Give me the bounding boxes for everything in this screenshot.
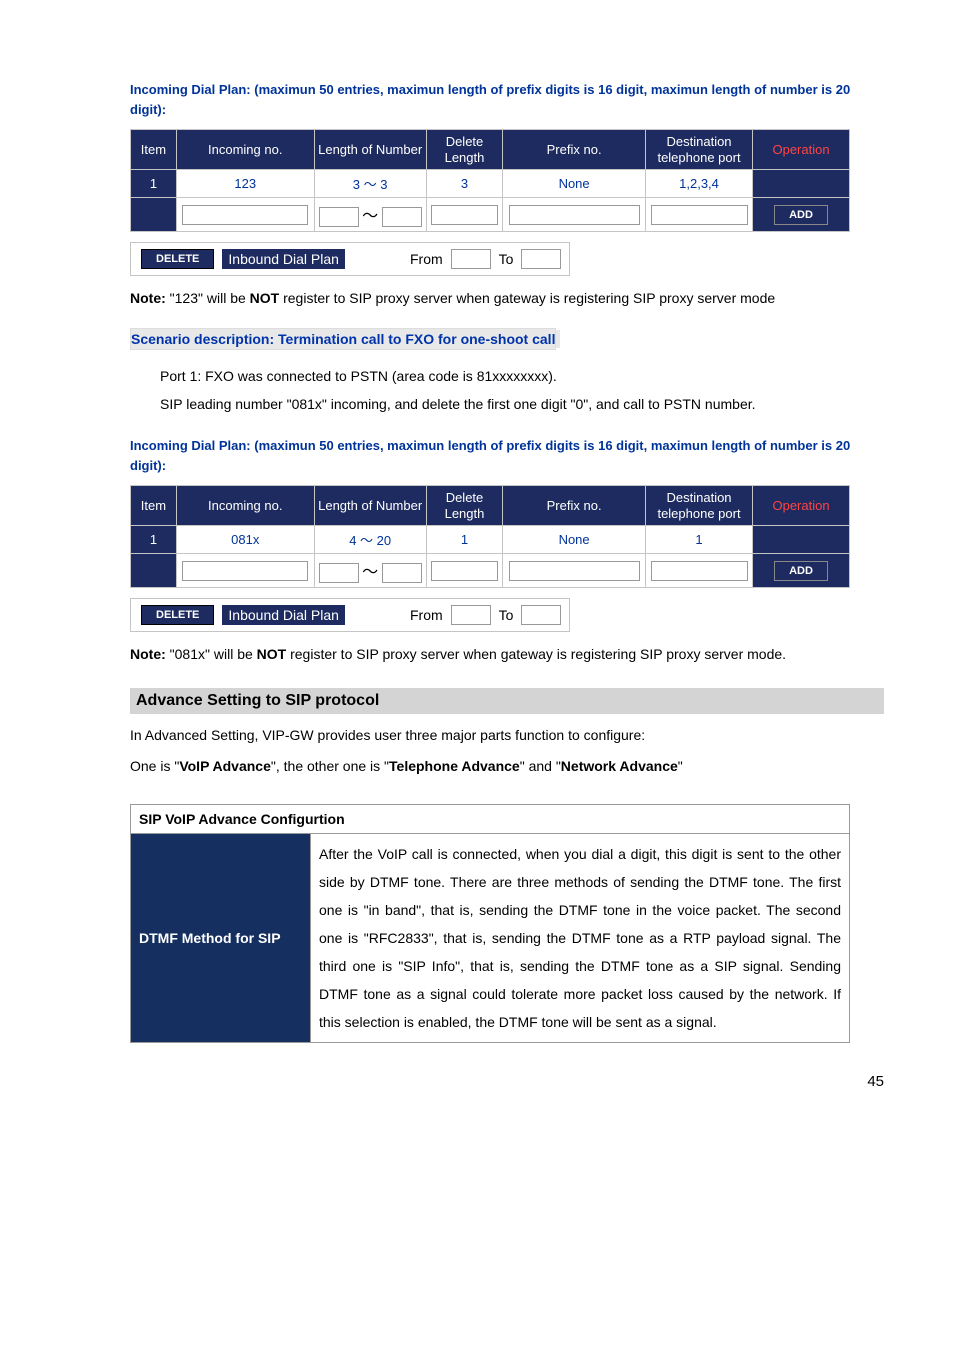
cell-prefix-input [503,554,646,588]
from-label: From [410,251,443,267]
cell-prefix: None [503,526,646,554]
cell-delete-input [426,198,502,232]
cell-length: 3 ～ 3 [314,170,426,198]
cell-item-input [131,554,177,588]
add-button[interactable]: ADD [774,205,828,225]
scenario-line-1: Port 1: FXO was connected to PSTN (area … [160,362,884,390]
cell-dest-input [645,554,752,588]
cell-prefix-input [503,198,646,232]
cell-length-input: ～ [314,554,426,588]
length-from-input[interactable] [319,207,359,227]
to-label: To [499,607,514,623]
input-row: ～ ADD [131,554,850,588]
dialplan-title-1: Incoming Dial Plan: (maximun 50 entries,… [130,80,884,119]
table-row: 1 081x 4 ～ 20 1 None 1 [131,526,850,554]
to-input[interactable] [521,605,561,625]
cell-item-input [131,198,177,232]
dialplan-title-2: Incoming Dial Plan: (maximun 50 entries,… [130,436,884,475]
from-input[interactable] [451,605,491,625]
note-2: Note: "081x" will be NOT register to SIP… [130,640,884,668]
cell-incoming: 123 [176,170,314,198]
cell-prefix: None [503,170,646,198]
cell-dest: 1,2,3,4 [645,170,752,198]
col-dest: Destination telephone port [645,130,752,170]
config-row-text: After the VoIP call is connected, when y… [311,833,850,1042]
cell-op [753,170,850,198]
dest-input[interactable] [651,205,748,225]
delete-button[interactable]: DELETE [141,605,214,625]
col-delete: Delete Length [426,486,502,526]
note-1: Note: "123" will be NOT register to SIP … [130,284,884,312]
input-row: ～ ADD [131,198,850,232]
cell-add: ADD [753,198,850,232]
inbound-label: Inbound Dial Plan [222,249,345,269]
cell-dest: 1 [645,526,752,554]
prefix-input[interactable] [509,205,640,225]
advance-para-2: One is "VoIP Advance", the other one is … [130,753,884,780]
scenario-lines: Port 1: FXO was connected to PSTN (area … [160,362,884,418]
delete-input[interactable] [431,205,499,225]
length-to-input[interactable] [382,563,422,583]
col-operation: Operation [753,486,850,526]
cell-dest-input [645,198,752,232]
cell-delete: 3 [426,170,502,198]
tilde-label: ～ [362,564,378,581]
config-table: SIP VoIP Advance Configurtion DTMF Metho… [130,804,850,1043]
col-incoming: Incoming no. [176,486,314,526]
col-delete: Delete Length [426,130,502,170]
config-header: SIP VoIP Advance Configurtion [131,804,850,833]
to-input[interactable] [521,249,561,269]
cell-incoming-input [176,198,314,232]
dialplan-table-2: Item Incoming no. Length of Number Delet… [130,485,850,588]
delete-button[interactable]: DELETE [141,249,214,269]
prefix-input[interactable] [509,561,640,581]
cell-length: 4 ～ 20 [314,526,426,554]
config-row-label: DTMF Method for SIP [131,833,311,1042]
table-row: 1 123 3 ～ 3 3 None 1,2,3,4 [131,170,850,198]
length-from-input[interactable] [319,563,359,583]
dialplan-footer-1: DELETE Inbound Dial Plan From To [130,242,850,276]
col-prefix: Prefix no. [503,130,646,170]
cell-op [753,526,850,554]
scenario-heading: Scenario description: Termination call t… [130,330,560,348]
add-button[interactable]: ADD [774,561,828,581]
page-number: 45 [130,1073,884,1090]
advance-heading: Advance Setting to SIP protocol [130,688,884,714]
dest-input[interactable] [651,561,748,581]
cell-add: ADD [753,554,850,588]
tilde-label: ～ [362,208,378,225]
to-label: To [499,251,514,267]
from-input[interactable] [451,249,491,269]
cell-delete: 1 [426,526,502,554]
from-label: From [410,607,443,623]
col-length: Length of Number [314,486,426,526]
incoming-input[interactable] [182,561,308,581]
delete-input[interactable] [431,561,499,581]
col-length: Length of Number [314,130,426,170]
cell-item: 1 [131,170,177,198]
col-incoming: Incoming no. [176,130,314,170]
cell-incoming: 081x [176,526,314,554]
cell-incoming-input [176,554,314,588]
col-item: Item [131,130,177,170]
col-dest: Destination telephone port [645,486,752,526]
dialplan-footer-2: DELETE Inbound Dial Plan From To [130,598,850,632]
incoming-input[interactable] [182,205,308,225]
cell-length-input: ～ [314,198,426,232]
length-to-input[interactable] [382,207,422,227]
cell-item: 1 [131,526,177,554]
col-item: Item [131,486,177,526]
inbound-label: Inbound Dial Plan [222,605,345,625]
dialplan-table-1: Item Incoming no. Length of Number Delet… [130,129,850,232]
col-prefix: Prefix no. [503,486,646,526]
scenario-line-2: SIP leading number "081x" incoming, and … [160,390,884,418]
cell-delete-input [426,554,502,588]
advance-para-1: In Advanced Setting, VIP-GW provides use… [130,722,884,749]
col-operation: Operation [753,130,850,170]
